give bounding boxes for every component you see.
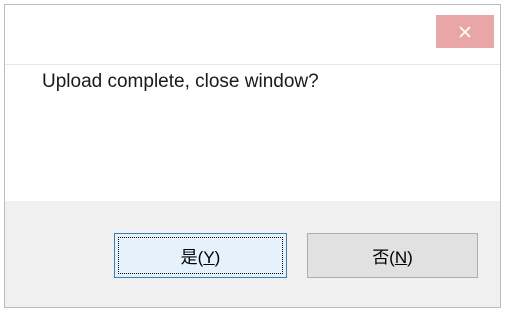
message-dialog: Upload complete, close window? 是(Y) 否(N) — [4, 4, 501, 308]
no-button[interactable]: 否(N) — [307, 233, 478, 278]
close-button[interactable] — [436, 15, 494, 48]
close-icon — [459, 25, 471, 38]
no-button-label: 否(N) — [372, 248, 413, 267]
dialog-message: Upload complete, close window? — [42, 71, 319, 92]
button-area: 是(Y) 否(N) — [5, 201, 500, 307]
yes-button[interactable]: 是(Y) — [114, 233, 287, 278]
title-bar — [5, 5, 500, 65]
yes-button-label: 是(Y) — [180, 248, 221, 267]
